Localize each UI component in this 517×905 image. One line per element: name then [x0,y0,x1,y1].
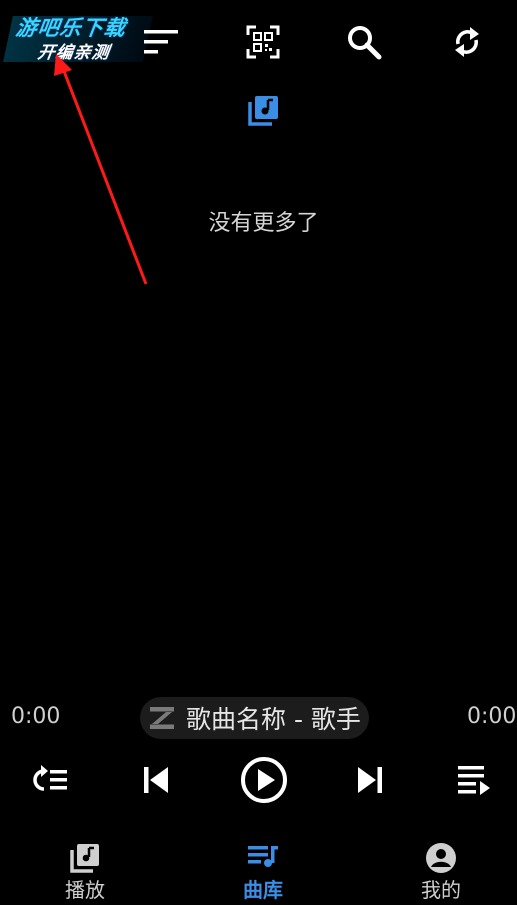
music-library-icon [70,844,99,873]
refresh-button[interactable] [447,22,487,62]
play-button[interactable] [238,754,290,806]
app-logo-icon [150,707,174,729]
previous-icon [144,767,168,793]
tab-library[interactable]: 曲库 [203,838,323,902]
next-button[interactable] [346,756,394,804]
tab-play[interactable]: 播放 [25,838,145,902]
refresh-icon [455,27,479,57]
music-library-icon [246,94,280,128]
tab-play-label: 播放 [65,878,105,902]
next-icon [358,767,382,793]
repeat-mode-button[interactable] [26,756,74,804]
qr-scan-icon [246,25,280,59]
annotation-arrow [54,54,148,285]
repeat-list-icon [33,765,67,791]
queue-music-icon [248,846,278,867]
now-playing-pill[interactable]: 歌曲名称 - 歌手 [140,697,369,739]
search-button[interactable] [344,22,384,62]
total-time: 0:00 [467,704,517,729]
qr-scan-button[interactable] [243,22,283,62]
account-icon [426,843,456,873]
tab-library-label: 曲库 [243,878,283,902]
previous-button[interactable] [132,756,180,804]
tab-mine[interactable]: 我的 [381,838,501,902]
playlist-icon [458,766,490,795]
current-time: 0:00 [11,704,61,729]
playlist-button[interactable] [450,756,498,804]
track-title: 歌曲名称 - 歌手 [186,705,361,734]
search-icon [348,26,382,60]
play-icon [241,757,287,803]
tab-mine-label: 我的 [421,878,461,902]
